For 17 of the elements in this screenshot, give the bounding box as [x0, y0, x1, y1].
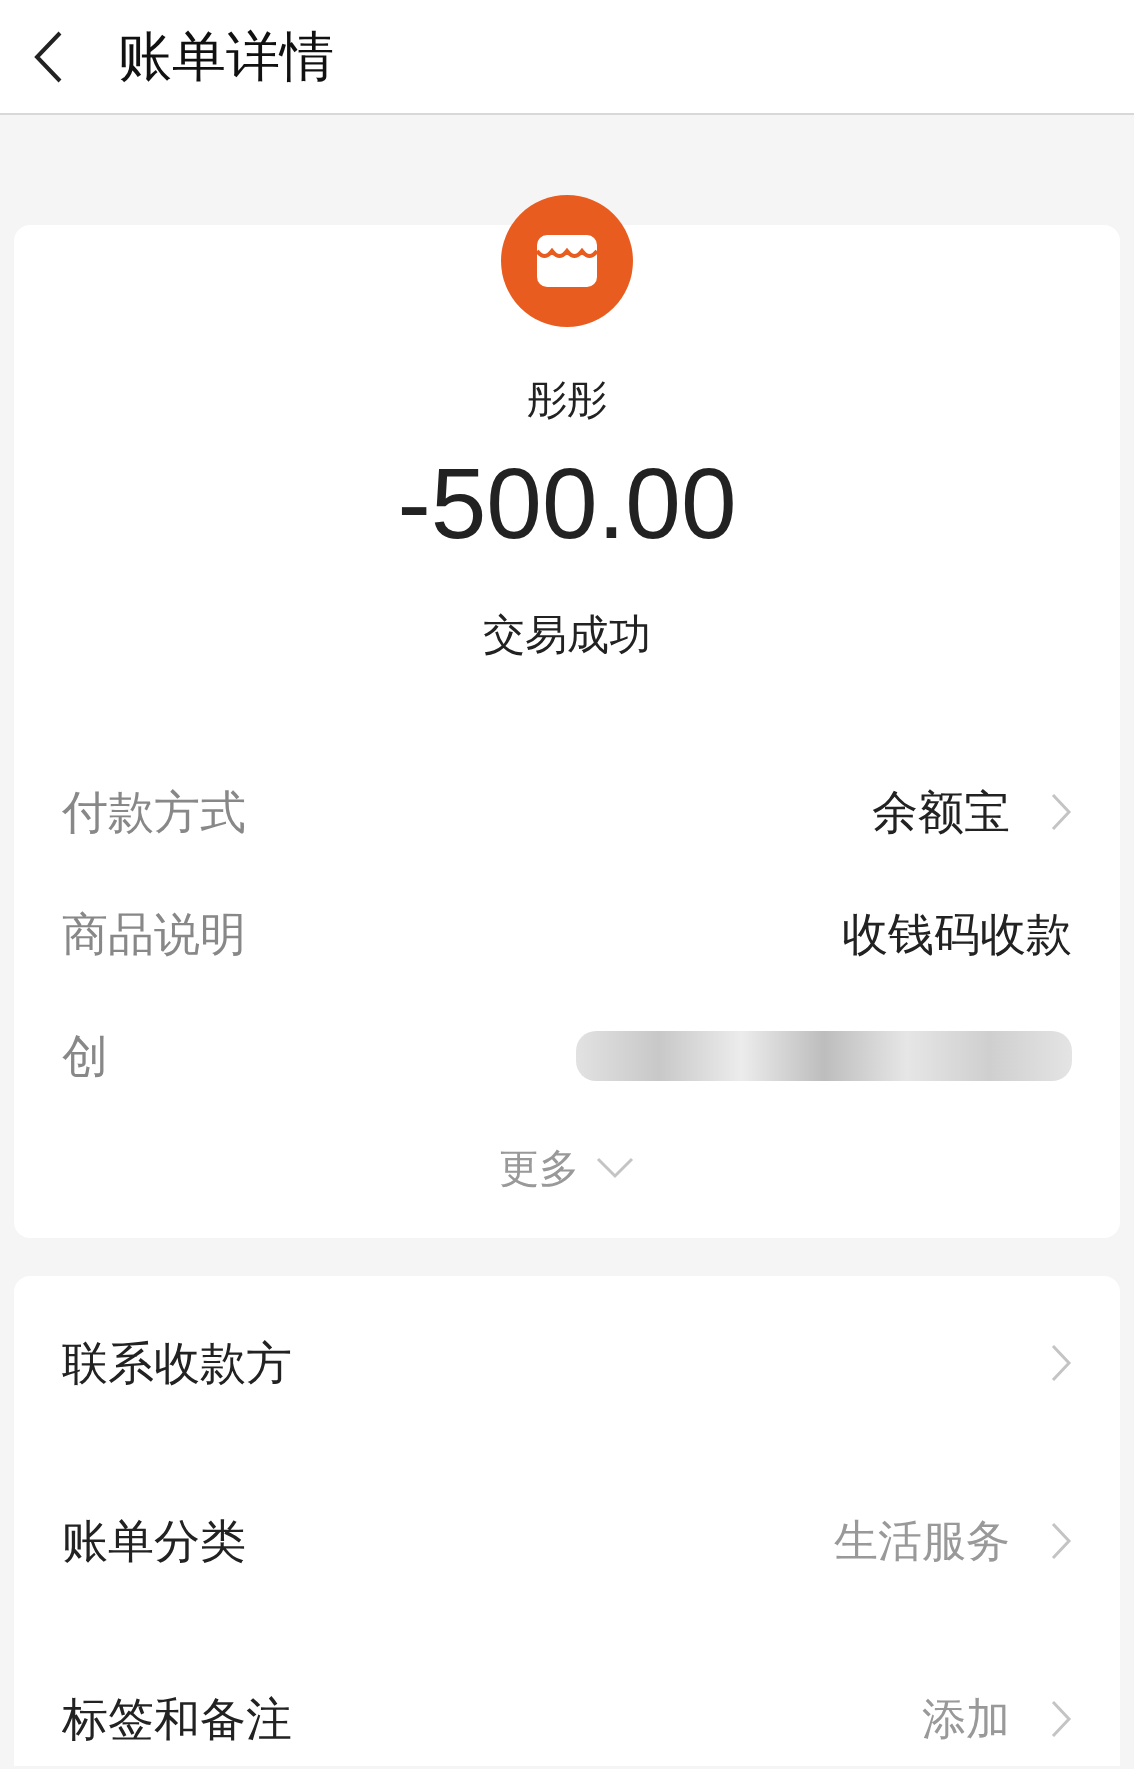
amount: -500.00: [397, 446, 737, 561]
chevron-right-icon: [1050, 1521, 1072, 1561]
status-text: 交易成功: [483, 610, 651, 660]
list-row[interactable]: 联系收款方: [62, 1332, 1072, 1394]
detail-label: 付款方式: [62, 784, 246, 840]
chevron-right-icon: [1050, 792, 1072, 832]
detail-label: 创: [62, 1028, 108, 1084]
chevron-right-icon: [1050, 1343, 1072, 1383]
detail-value[interactable]: 余额宝: [872, 777, 1010, 847]
detail-label: 商品说明: [62, 906, 246, 962]
chevron-right-icon: [1050, 1699, 1072, 1739]
merchant-name: 彤彤: [527, 376, 607, 423]
list-row[interactable]: 账单分类 生活服务: [62, 1510, 1072, 1572]
chevron-down-icon: [595, 1156, 635, 1180]
page-title: 账单详情: [118, 25, 334, 88]
detail-value: 收钱码收款: [842, 906, 1072, 962]
list-row[interactable]: 标签和备注 添加: [62, 1688, 1072, 1750]
